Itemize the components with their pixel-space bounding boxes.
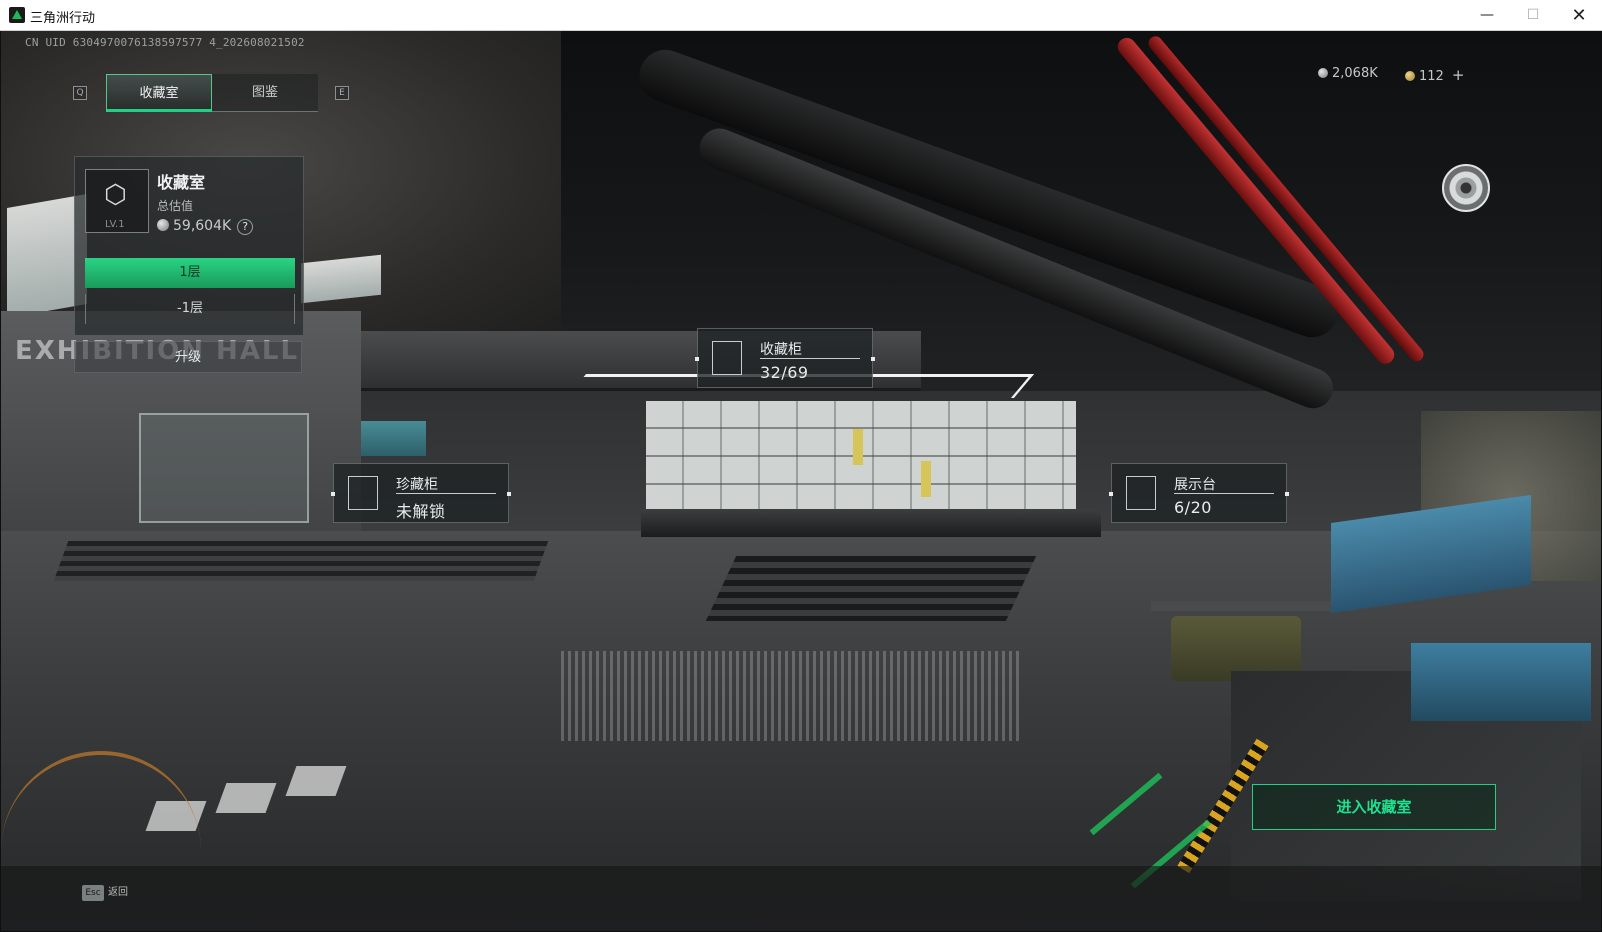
bottom-bar	[1, 866, 1601, 931]
room-level: LV.1	[105, 219, 125, 230]
esc-key: Esc	[82, 885, 104, 901]
total-value: 59,604K?	[157, 218, 254, 235]
floor-1-button[interactable]: 1层	[85, 258, 295, 288]
prev-tab-key-hint[interactable]: Q	[73, 86, 87, 100]
room-info-card: LV.1 收藏室 总估值 59,604K? 1层 -1层	[74, 156, 304, 336]
treasure-cabinet-icon	[348, 476, 378, 510]
silver-amount: 2,068K	[1332, 66, 1378, 81]
hotspot-value: 6/20	[1174, 498, 1212, 517]
silver-coin-icon	[157, 219, 169, 231]
gold-amount: 112	[1419, 69, 1444, 84]
glass-display-case	[139, 413, 309, 523]
blue-locker	[1411, 643, 1591, 721]
hotspot-tick	[1109, 492, 1113, 496]
music-disc-icon[interactable]	[1442, 164, 1490, 212]
close-button[interactable]: ✕	[1556, 0, 1602, 31]
enter-collection-room-button[interactable]: 进入收藏室	[1252, 784, 1496, 830]
cabinet-item	[853, 429, 863, 465]
tab-collection-room[interactable]: 收藏室	[106, 74, 212, 112]
floor-pit	[705, 556, 1037, 621]
hotspot-title: 珍藏柜	[396, 477, 438, 493]
window-titlebar: 三角洲行动 — ☐ ✕	[0, 0, 1602, 31]
maximize-button[interactable]: ☐	[1510, 0, 1556, 31]
total-value-label: 总估值	[157, 199, 194, 213]
hotspot-divider	[760, 358, 860, 359]
currency-silver: 2,068K	[1318, 66, 1378, 81]
floor-minus-1-button[interactable]: -1层	[85, 294, 295, 324]
back-hint[interactable]: Esc 返回	[82, 880, 128, 901]
next-tab-key-hint[interactable]: E	[335, 86, 349, 100]
tab-codex[interactable]: 图鉴	[212, 74, 318, 112]
cabinet-icon	[712, 341, 742, 375]
floor-reflection	[561, 651, 1021, 741]
hotspot-value: 32/69	[760, 363, 809, 382]
hotspot-divider	[396, 493, 496, 494]
total-value-amount: 59,604K	[173, 218, 232, 234]
back-label: 返回	[108, 887, 128, 898]
help-icon[interactable]: ?	[237, 219, 254, 235]
app-logo-icon	[9, 7, 25, 23]
currency-gold: 112 +	[1405, 66, 1464, 84]
stairs	[53, 541, 549, 581]
minimize-button[interactable]: —	[1464, 0, 1510, 31]
window-title: 三角洲行动	[30, 11, 96, 26]
hotspot-tick	[331, 492, 335, 496]
hotspot-tick	[871, 357, 875, 361]
hotspot-collection-cabinet[interactable]: 收藏柜 32/69	[695, 328, 875, 388]
hotspot-tick	[1285, 492, 1289, 496]
hotspot-title: 收藏柜	[760, 342, 802, 358]
room-title: 收藏室	[157, 173, 206, 192]
add-currency-button[interactable]: +	[1452, 66, 1465, 84]
skylight	[301, 254, 381, 304]
cabinet-counter	[641, 509, 1101, 537]
user-uid: CN UID 6304970076138597577 4_20260802150…	[25, 36, 305, 49]
hotspot-value: 未解锁	[396, 502, 446, 521]
tab-bar: 收藏室 图鉴	[106, 74, 318, 112]
display-stand-icon	[1126, 476, 1156, 510]
hotspot-title: 展示台	[1174, 477, 1216, 493]
gold-coin-icon	[1405, 71, 1415, 81]
cabinet-item	[921, 461, 931, 497]
hotspot-divider	[1174, 493, 1274, 494]
hotspot-tick	[695, 357, 699, 361]
display-desk	[1151, 601, 1351, 611]
hotspot-treasure-cabinet[interactable]: 珍藏柜 未解锁	[331, 463, 511, 523]
silver-coin-icon	[1318, 68, 1328, 78]
hotspot-display-stand[interactable]: 展示台 6/20	[1109, 463, 1289, 523]
wall-screen	[361, 421, 426, 456]
hotspot-tick	[507, 492, 511, 496]
upgrade-button[interactable]: 升级	[74, 341, 302, 373]
